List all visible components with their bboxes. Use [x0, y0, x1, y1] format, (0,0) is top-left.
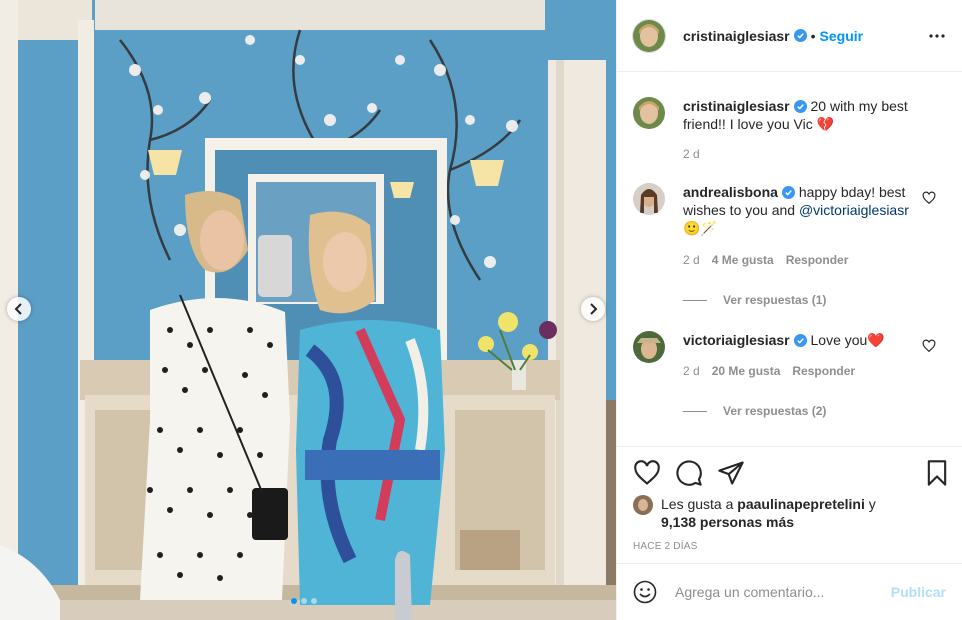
- post-photo[interactable]: [0, 0, 616, 620]
- comment-item: victoriaiglesiasr Love you❤️ 2 d 20 Me g…: [633, 331, 946, 420]
- replies-divider: [683, 299, 707, 301]
- avatar-image: [633, 331, 665, 363]
- likes-prefix: Les gusta a: [661, 496, 738, 512]
- caption-avatar[interactable]: [633, 97, 665, 129]
- carousel-dot: [291, 598, 297, 604]
- author-username[interactable]: cristinaiglesiasr: [683, 28, 790, 44]
- liker-username[interactable]: paaulinapepretelini: [737, 496, 865, 512]
- comment-like-icon[interactable]: [922, 339, 936, 353]
- author-avatar[interactable]: [633, 19, 665, 52]
- next-slide-button[interactable]: [581, 297, 605, 321]
- avatar-image: [633, 97, 665, 129]
- comment-like-icon[interactable]: [922, 191, 936, 205]
- reply-button[interactable]: Responder: [792, 362, 855, 380]
- likes-connector: y: [864, 496, 876, 512]
- comment-input[interactable]: [675, 584, 875, 600]
- post-actions: Les gusta a paaulinapepretelini y 9,138 …: [617, 446, 962, 562]
- share-direct-icon[interactable]: [717, 459, 745, 487]
- comment-item: andrealisbona happy bday! best wishes to…: [633, 183, 946, 309]
- comment-likes-count[interactable]: 4 Me gusta: [712, 251, 774, 269]
- caption-time[interactable]: 2 d: [683, 145, 700, 163]
- comment-time[interactable]: 2 d: [683, 251, 700, 269]
- comment-time[interactable]: 2 d: [683, 362, 700, 380]
- emoji-icon[interactable]: [633, 580, 657, 604]
- comment-emoji: 🙂🪄: [683, 220, 718, 236]
- mirror-selfie-image: [0, 0, 616, 620]
- view-replies-label: Ver respuestas (2): [723, 404, 827, 418]
- view-replies-button[interactable]: Ver respuestas (2): [683, 402, 915, 420]
- caption-username[interactable]: cristinaiglesiasr: [683, 98, 790, 114]
- view-replies-button[interactable]: Ver respuestas (1): [683, 291, 915, 309]
- post-header: cristinaiglesiasr • Seguir: [617, 0, 962, 72]
- chevron-left-icon: [14, 303, 22, 315]
- publish-button[interactable]: Publicar: [891, 584, 946, 600]
- liker-avatar[interactable]: [633, 495, 653, 515]
- likes-summary: Les gusta a paaulinapepretelini y 9,138 …: [633, 495, 921, 531]
- avatar-image: [633, 183, 665, 215]
- follow-button[interactable]: Seguir: [820, 28, 864, 44]
- more-horizontal-icon: [929, 34, 945, 38]
- comment-username[interactable]: andrealisbona: [683, 184, 778, 200]
- comment-username[interactable]: victoriaiglesiasr: [683, 332, 790, 348]
- header-separator: •: [810, 27, 816, 44]
- carousel-dot: [301, 598, 307, 604]
- verified-badge-icon: [793, 334, 807, 347]
- comment-text: Love you❤️: [810, 332, 885, 348]
- comment-mention-link[interactable]: @victoriaiglesiasr: [799, 202, 909, 218]
- previous-slide-button[interactable]: [7, 297, 31, 321]
- commenter-avatar[interactable]: [633, 331, 665, 363]
- reply-button[interactable]: Responder: [786, 251, 849, 269]
- avatar-image: [633, 19, 665, 52]
- chevron-right-icon: [590, 303, 598, 315]
- post-time-ago[interactable]: HACE 2 DÍAS: [633, 541, 697, 552]
- carousel-dot: [311, 598, 317, 604]
- post-caption: cristinaiglesiasr 20 with my best friend…: [633, 97, 946, 163]
- carousel-indicator: [291, 598, 317, 604]
- post-details-panel: cristinaiglesiasr • Seguir cristinaigles…: [616, 0, 962, 620]
- comment-likes-count[interactable]: 20 Me gusta: [712, 362, 781, 380]
- like-heart-icon[interactable]: [633, 459, 661, 487]
- verified-badge-icon: [793, 100, 807, 113]
- comment-composer: Publicar: [617, 563, 962, 620]
- avatar-image: [633, 495, 653, 515]
- commenter-avatar[interactable]: [633, 183, 665, 215]
- likes-others-button[interactable]: 9,138 personas más: [661, 514, 794, 530]
- comments-list[interactable]: cristinaiglesiasr 20 with my best friend…: [617, 73, 962, 445]
- save-bookmark-icon[interactable]: [923, 459, 951, 487]
- more-options-button[interactable]: [928, 26, 946, 46]
- verified-badge-icon: [781, 186, 795, 199]
- comment-bubble-icon[interactable]: [675, 459, 703, 487]
- view-replies-label: Ver respuestas (1): [723, 293, 827, 307]
- replies-divider: [683, 410, 707, 412]
- verified-badge-icon: [793, 29, 807, 42]
